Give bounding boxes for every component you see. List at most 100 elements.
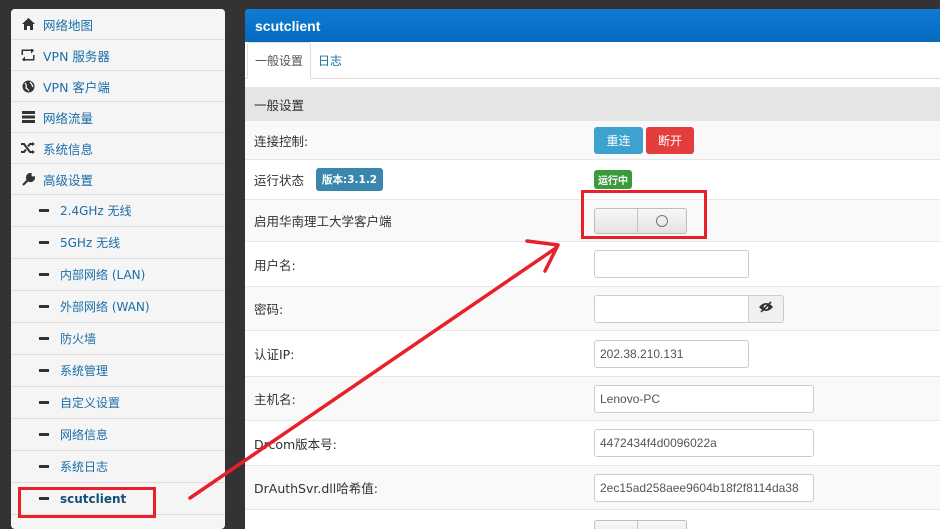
random-icon [21,141,35,155]
tab-general[interactable]: 一般设置 [247,42,311,79]
panel-title: scutclient [245,9,940,42]
dash-icon [39,401,49,404]
sidebar-subitem-label: 网络信息 [60,426,108,443]
list-icon [21,110,35,124]
drauth-hash-label: DrAuthSvr.dll哈希值: [254,478,594,497]
tab-log[interactable]: 日志 [311,43,349,78]
disconnect-button[interactable]: 断开 [646,127,694,154]
run-status-label: 运行状态 [254,170,304,189]
sidebar-subitem-lan[interactable]: 内部网络 (LAN) [11,259,225,291]
version-badge: 版本:3.1.2 [316,168,383,191]
toggle-circle-icon [656,215,668,227]
sidebar: 网络地图 VPN 服务器 VPN 客户端 网络流量 系统信息 高级设置 2.4G… [11,9,225,529]
home-icon [21,17,35,31]
sidebar-item-vpn-server[interactable]: VPN 服务器 [11,40,225,71]
dash-icon [39,465,49,468]
sidebar-subitem-label: 系统日志 [60,458,108,475]
sidebar-subitem-label: 防火墙 [60,330,96,347]
toggle-off-side [595,209,638,233]
sidebar-subitem-24ghz[interactable]: 2.4GHz 无线 [11,195,225,227]
drauth-hash-value: 2ec15ad258aee9604b18f2f8114da38 [594,474,814,502]
sidebar-item-label: 高级设置 [43,170,93,189]
sidebar-subitem-label: 内部网络 (LAN) [60,266,145,283]
sidebar-item-vpn-client[interactable]: VPN 客户端 [11,71,225,102]
sidebar-subitem-label: 2.4GHz 无线 [60,202,132,219]
toggle-knob-side [638,209,686,233]
sidebar-item-label: 网络流量 [43,108,93,127]
dash-icon [39,241,49,244]
dash-icon [39,497,49,500]
dash-icon [39,305,49,308]
username-input[interactable] [594,250,749,278]
sidebar-subitem-admin[interactable]: 系统管理 [11,355,225,387]
sidebar-item-label: VPN 客户端 [43,77,110,96]
status-badge: 运行中 [594,170,632,189]
auth-ip-value: 202.38.210.131 [594,340,749,368]
globe-icon [21,79,35,93]
tab-bar: 一般设置 日志 [245,42,940,79]
row-auth-ip: 认证IP: 202.38.210.131 [245,331,940,377]
next-row-value [594,514,687,529]
retweet-icon [21,48,35,62]
drauth-hash-input[interactable]: 2ec15ad258aee9604b18f2f8114da38 [594,474,814,502]
main-panel: scutclient 一般设置 日志 一般设置 连接控制: 重连 断开 运行状态… [245,9,940,529]
sidebar-item-network-map[interactable]: 网络地图 [11,9,225,40]
row-hostname: 主机名: Lenovo-PC [245,377,940,421]
hostname-value: Lenovo-PC [594,385,814,413]
sidebar-item-label: 系统信息 [43,139,93,158]
dash-icon [39,209,49,212]
section-title: 一般设置 [245,87,940,121]
sidebar-item-advanced[interactable]: 高级设置 [11,164,225,195]
enable-client-label: 启用华南理工大学客户端 [254,211,594,230]
password-value [594,295,784,323]
auth-ip-input[interactable]: 202.38.210.131 [594,340,749,368]
enable-client-toggle[interactable] [594,208,687,234]
dash-icon [39,369,49,372]
dash-icon [39,273,49,276]
run-status-label-group: 运行状态 版本:3.1.2 [254,168,594,191]
auth-ip-label: 认证IP: [254,344,594,363]
sidebar-item-system-info[interactable]: 系统信息 [11,133,225,164]
sidebar-subitem-firewall[interactable]: 防火墙 [11,323,225,355]
sidebar-subitem-label: 外部网络 (WAN) [60,298,150,315]
next-toggle[interactable] [594,520,687,529]
sidebar-subitem-label: scutclient [60,492,126,506]
sidebar-subitem-scutclient[interactable]: scutclient [11,483,225,515]
sidebar-subitem-netinfo[interactable]: 网络信息 [11,419,225,451]
wrench-icon [21,172,35,186]
username-value [594,250,749,278]
row-enable-client: 启用华南理工大学客户端 [245,200,940,242]
sidebar-item-label: 网络地图 [43,15,93,34]
sidebar-subitem-syslog[interactable]: 系统日志 [11,451,225,483]
password-input[interactable] [594,295,749,323]
sidebar-subitem-wan[interactable]: 外部网络 (WAN) [11,291,225,323]
toggle-knob-side [638,521,686,529]
drcom-version-value: 4472434f4d0096022a [594,429,814,457]
sidebar-item-label: VPN 服务器 [43,46,110,65]
password-label: 密码: [254,299,594,318]
toggle-off-side [595,521,638,529]
sidebar-subitem-custom[interactable]: 自定义设置 [11,387,225,419]
row-next-toggle [245,510,940,529]
run-status-value: 运行中 [594,170,632,189]
connection-buttons: 重连 断开 [594,127,694,154]
row-drauth-hash: DrAuthSvr.dll哈希值: 2ec15ad258aee9604b18f2… [245,466,940,510]
show-password-button[interactable] [749,295,784,323]
row-password: 密码: [245,287,940,331]
eye-slash-icon [758,301,774,317]
drcom-version-input[interactable]: 4472434f4d0096022a [594,429,814,457]
sidebar-subitem-label: 5GHz 无线 [60,234,120,251]
dash-icon [39,337,49,340]
row-run-status: 运行状态 版本:3.1.2 运行中 [245,160,940,200]
hostname-input[interactable]: Lenovo-PC [594,385,814,413]
settings-form: 连接控制: 重连 断开 运行状态 版本:3.1.2 运行中 启用华南理工大学客户… [245,121,940,529]
drcom-version-label: Drcom版本号: [254,434,594,453]
sidebar-subitem-5ghz[interactable]: 5GHz 无线 [11,227,225,259]
username-label: 用户名: [254,255,594,274]
row-drcom-version: Drcom版本号: 4472434f4d0096022a [245,421,940,466]
reconnect-button[interactable]: 重连 [594,127,643,154]
sidebar-subitem-label: 系统管理 [60,362,108,379]
dash-icon [39,433,49,436]
sidebar-item-traffic[interactable]: 网络流量 [11,102,225,133]
connection-control-label: 连接控制: [254,131,594,150]
